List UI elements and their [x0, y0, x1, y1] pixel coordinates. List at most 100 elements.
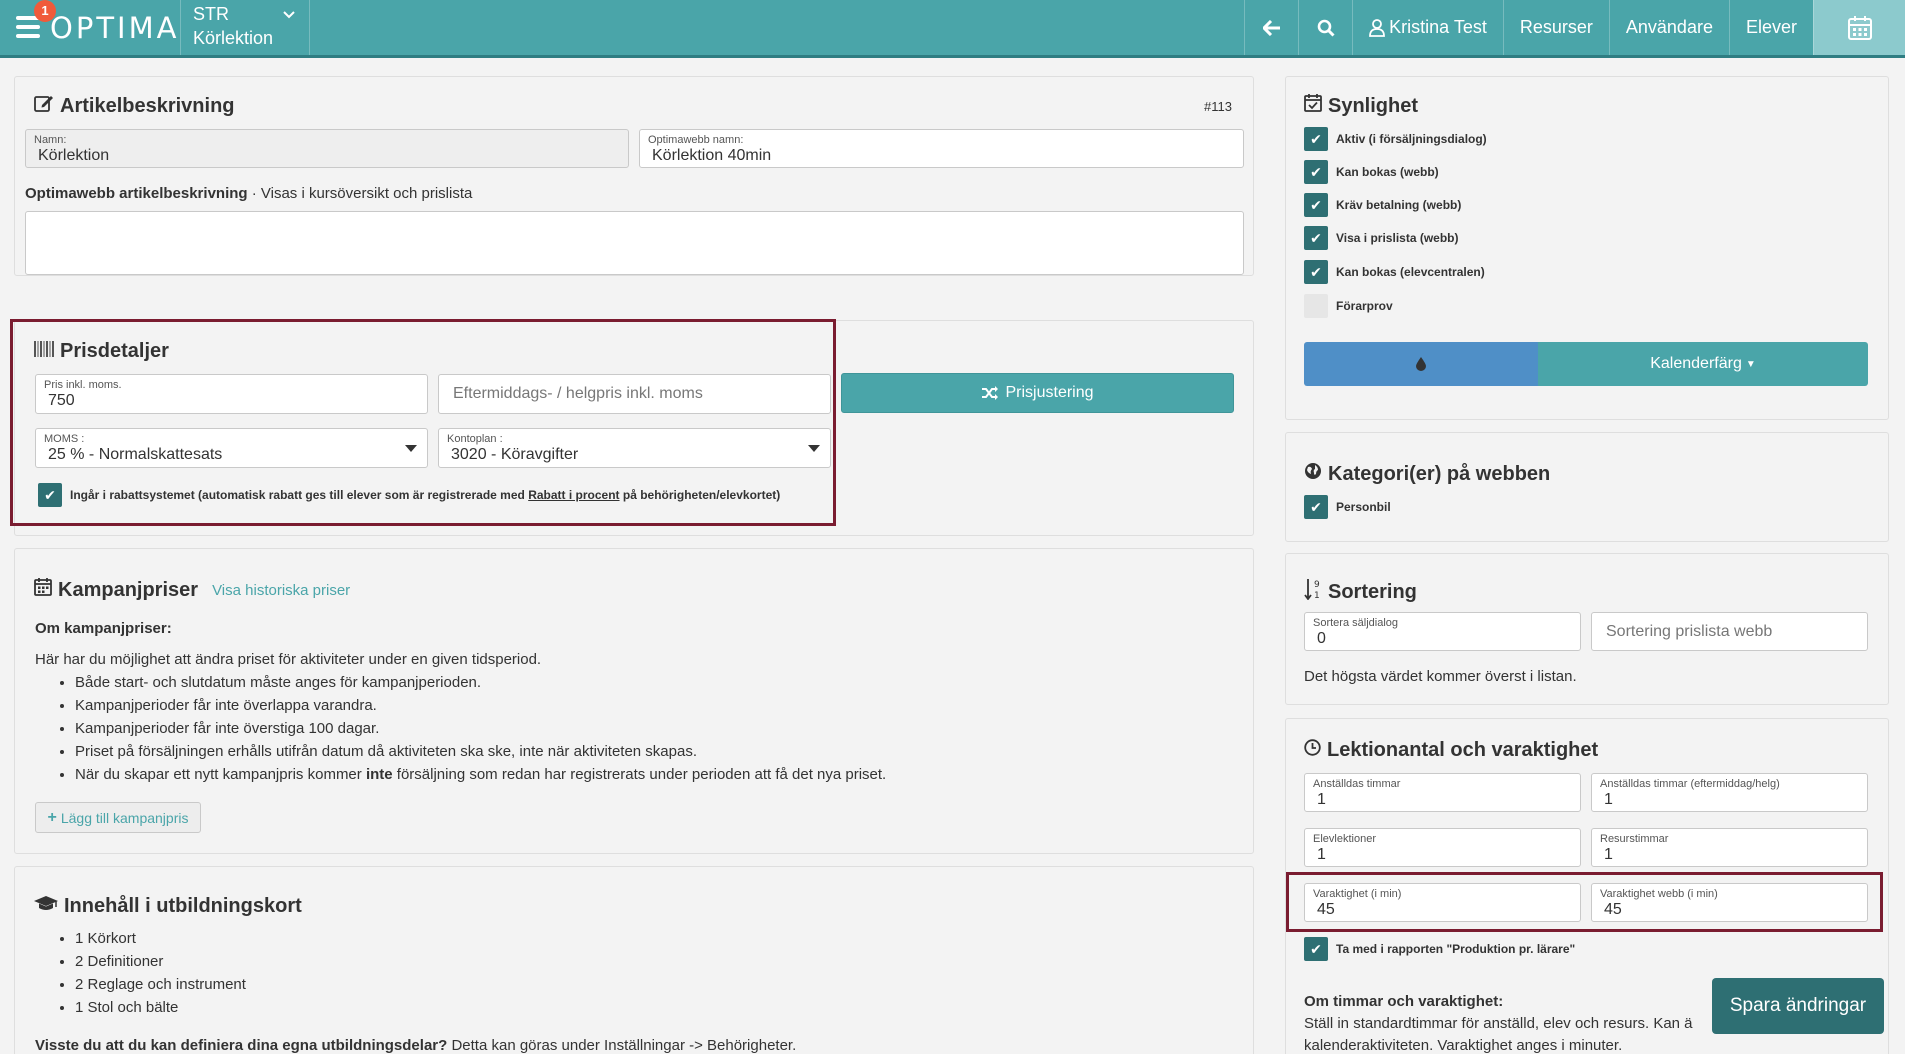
list-item: 1 Stol och bälte: [75, 996, 246, 1019]
check-icon: ✔: [1304, 226, 1328, 250]
employee-hours-field[interactable]: Anställdas timmar 1: [1304, 773, 1581, 812]
price-adjust-button[interactable]: Prisjustering: [841, 373, 1234, 413]
categories-title: Kategori(er) på webben: [1304, 462, 1550, 486]
save-changes-button[interactable]: Spara ändringar: [1712, 978, 1884, 1034]
campaign-intro: Här har du möjlighet att ändra priset fö…: [35, 651, 542, 668]
web-duration-field[interactable]: Varaktighet webb (i min) 45: [1591, 883, 1868, 922]
article-id: #113: [1204, 99, 1232, 114]
student-lessons-field[interactable]: Elevlektioner 1: [1304, 828, 1581, 867]
nav-anvandare[interactable]: Användare: [1608, 0, 1729, 55]
calendar-color-control: Kalenderfärg ▼: [1304, 342, 1868, 386]
sort-pricelist-input[interactable]: Sortering prislista webb: [1591, 612, 1868, 651]
checkbox-aktiv[interactable]: ✔ Aktiv (i försäljningsdialog): [1304, 127, 1487, 151]
caret-down-icon: [808, 445, 820, 452]
user-icon: [1369, 18, 1386, 37]
list-item: Både start- och slutdatum måste anges fö…: [75, 671, 886, 694]
calendar-icon: [34, 578, 52, 602]
article-title: Artikelbeskrivning: [34, 94, 235, 118]
price-field[interactable]: Pris inkl. moms. 750: [35, 374, 428, 414]
check-icon: ✔: [1304, 260, 1328, 284]
duration-title: Lektionantal och varaktighet: [1304, 739, 1598, 762]
discount-checkbox[interactable]: ✔ Ingår i rabattsystemet (automatisk rab…: [38, 483, 780, 507]
checkbox-forarprov[interactable]: Förarprov: [1304, 294, 1393, 318]
check-icon: ✔: [1304, 495, 1328, 519]
plus-icon: +: [47, 808, 57, 826]
afternoon-price-input[interactable]: Eftermiddags- / helgpris inkl. moms: [438, 374, 831, 414]
checkbox-kan-bokas-webb[interactable]: ✔ Kan bokas (webb): [1304, 160, 1439, 184]
duration-about-line1: Ställ in standardtimmar för anställd, el…: [1304, 1015, 1693, 1032]
campaign-about-heading: Om kampanjpriser:: [35, 620, 172, 637]
visibility-title: Synlighet: [1304, 94, 1418, 118]
color-swatch-button[interactable]: [1304, 342, 1538, 386]
user-name: Kristina Test: [1389, 17, 1487, 37]
chevron-down-icon: [283, 6, 295, 22]
account-select[interactable]: Kontoplan : 3020 - Köravgifter: [438, 428, 831, 468]
list-item: 2 Reglage och instrument: [75, 973, 246, 996]
clock-icon: [1304, 739, 1321, 762]
vat-select[interactable]: MOMS : 25 % - Normalskattesats: [35, 428, 428, 468]
nav-resurser[interactable]: Resurser: [1502, 0, 1609, 55]
resource-hours-field[interactable]: Resurstimmar 1: [1591, 828, 1868, 867]
sorting-title: 91 Sortering: [1304, 578, 1417, 606]
checkbox-production-report[interactable]: ✔ Ta med i rapporten "Produktion pr. lära…: [1304, 937, 1575, 961]
duration-field[interactable]: Varaktighet (i min) 45: [1304, 883, 1581, 922]
sorting-note: Det högsta värdet kommer överst i listan…: [1304, 668, 1577, 685]
calendar-color-dropdown[interactable]: Kalenderfärg ▼: [1538, 342, 1868, 386]
categories-panel: [1285, 432, 1889, 542]
checkbox-visa-i-prislista[interactable]: ✔ Visa i prislista (webb): [1304, 226, 1458, 250]
calendar-check-icon: [1304, 94, 1322, 118]
back-button[interactable]: [1244, 0, 1298, 55]
arrow-left-icon: [1262, 19, 1280, 36]
check-icon: ✔: [1304, 127, 1328, 151]
list-item: När du skapar ett nytt kampanjpris komme…: [75, 763, 886, 786]
check-icon: ✔: [1304, 193, 1328, 217]
campaign-title: Kampanjpriser Visa historiska priser: [34, 578, 350, 602]
shuffle-icon: [982, 386, 999, 400]
list-item: Kampanjperioder får inte överstiga 100 d…: [75, 717, 886, 740]
svg-text:1: 1: [1314, 591, 1320, 600]
checkbox-personbil[interactable]: ✔ Personbil: [1304, 495, 1391, 519]
list-item: Priset på försäljningen erhålls utifrån …: [75, 740, 886, 763]
duration-about-heading: Om timmar och varaktighet:: [1304, 993, 1504, 1010]
menu-icon[interactable]: [16, 16, 40, 38]
sort-sales-dialog-field[interactable]: Sortera säljdialog 0: [1304, 612, 1581, 651]
top-navigation-bar: 1 OPTIMA STR Körlektion Kristina Test Re…: [0, 0, 1905, 58]
edit-icon: [34, 94, 54, 118]
context-line2: Körlektion: [193, 28, 274, 48]
calendar-icon: [1847, 15, 1872, 40]
context-selector[interactable]: STR Körlektion: [180, 0, 310, 55]
campaign-rules-list: Både start- och slutdatum måste anges fö…: [55, 671, 886, 786]
check-icon: ✔: [1304, 937, 1328, 961]
checkbox-kan-bokas-elevcentralen[interactable]: ✔ Kan bokas (elevcentralen): [1304, 260, 1485, 284]
search-button[interactable]: [1298, 0, 1352, 55]
education-footer: Visste du att du kan definiera dina egna…: [35, 1037, 797, 1054]
sort-numeric-icon: 91: [1304, 578, 1322, 606]
web-description-label: Optimawebb artikelbeskrivning · Visas i …: [25, 185, 473, 202]
name-field: Namn: Körlektion: [25, 129, 629, 168]
list-item: 1 Körkort: [75, 927, 246, 950]
nav-elever[interactable]: Elever: [1728, 0, 1813, 55]
caret-down-icon: [405, 445, 417, 452]
duration-about-line2: kalenderaktiviteten. Varaktighet anges i…: [1304, 1037, 1623, 1054]
education-title: Innehåll i utbildningskort: [34, 895, 302, 918]
optima-logo[interactable]: OPTIMA: [50, 11, 179, 45]
user-menu[interactable]: Kristina Test: [1352, 0, 1503, 55]
barcode-icon: [34, 340, 54, 363]
web-description-textarea[interactable]: [25, 211, 1244, 275]
search-icon: [1317, 19, 1335, 37]
price-title: Prisdetaljer: [34, 340, 169, 363]
education-items-list: 1 Körkort 2 Definitioner 2 Reglage och i…: [55, 927, 246, 1019]
calendar-button[interactable]: [1813, 0, 1905, 55]
web-name-field[interactable]: Optimawebb namn: Körlektion 40min: [639, 129, 1244, 168]
svg-text:9: 9: [1314, 580, 1320, 590]
graduation-cap-icon: [34, 895, 58, 918]
add-campaign-price-button[interactable]: + Lägg till kampanjpris: [35, 802, 201, 833]
check-icon: ✔: [38, 483, 62, 507]
droplet-icon: [1416, 357, 1426, 371]
history-prices-link[interactable]: Visa historiska priser: [212, 582, 350, 599]
list-item: Kampanjperioder får inte överlappa varan…: [75, 694, 886, 717]
caret-down-icon: ▼: [1745, 358, 1756, 370]
employee-hours-afternoon-field[interactable]: Anställdas timmar (eftermiddag/helg) 1: [1591, 773, 1868, 812]
checkbox-krav-betalning[interactable]: ✔ Kräv betalning (webb): [1304, 193, 1461, 217]
discount-link[interactable]: Rabatt i procent: [528, 488, 619, 502]
